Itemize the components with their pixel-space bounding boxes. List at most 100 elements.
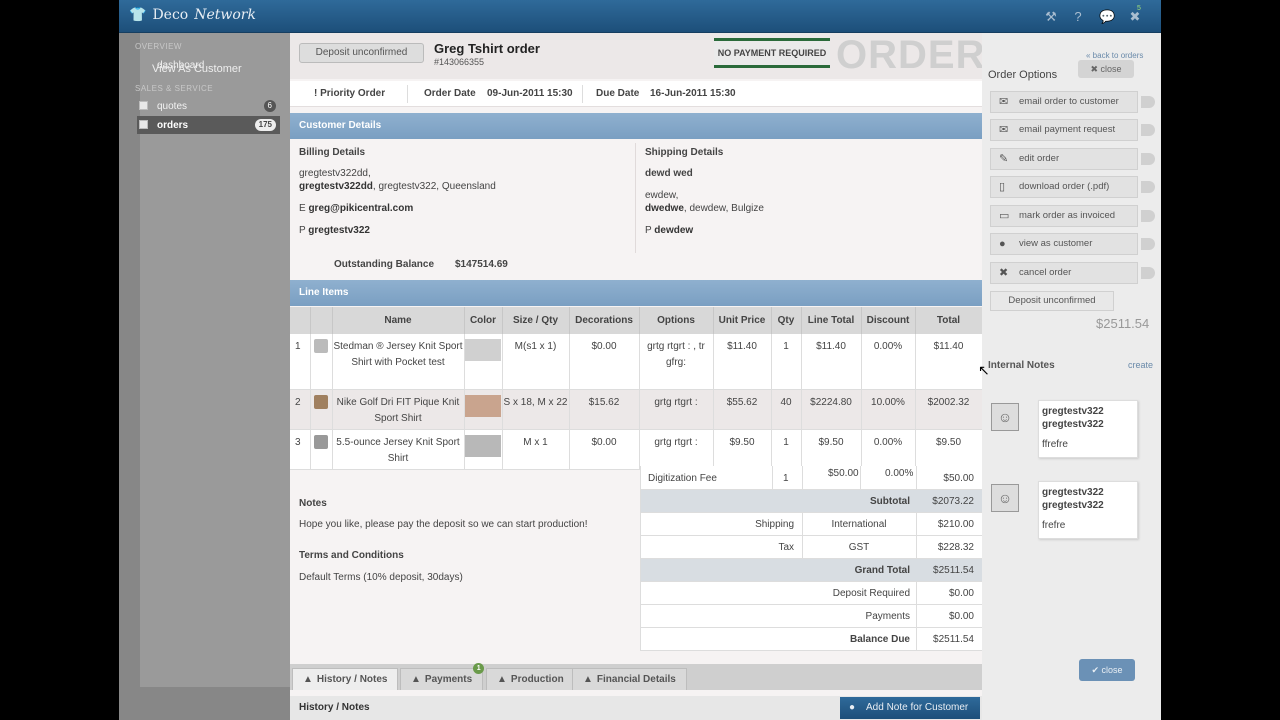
internal-note: gregtestv322 gregtestv322 frefre bbox=[1038, 481, 1138, 539]
due-date-label: Due Date bbox=[596, 88, 640, 99]
cancel-order-button[interactable]: ✖ cancel order bbox=[990, 262, 1155, 284]
billing-line2: gregtestv322dd, gregtestv322, Queensland bbox=[299, 181, 496, 192]
col-name: Name bbox=[332, 307, 465, 334]
quotes-count: 6 bbox=[263, 100, 276, 112]
avatar: ☺ bbox=[991, 484, 1019, 512]
deposit-state-button[interactable]: Deposit unconfirmed bbox=[990, 291, 1114, 311]
orders-icon bbox=[139, 120, 148, 129]
mark-invoiced-button[interactable]: ▭ mark order as invoiced bbox=[990, 205, 1155, 227]
line-items-table: Name Color Size / Qty Decorations Option… bbox=[290, 307, 983, 470]
terms-title: Terms and Conditions bbox=[299, 550, 404, 561]
add-icon: ● bbox=[849, 702, 856, 713]
tab-bar: ▲ History / Notes ▲ Payments 1 ▲ Production … bbox=[290, 663, 982, 690]
shipping-phone: P dewdew bbox=[645, 225, 694, 236]
document-icon: ▯ bbox=[999, 181, 1006, 193]
view-as-customer-button[interactable]: ● view as customer bbox=[990, 233, 1155, 255]
digitization-fee-row: Digitization Fee 1 $50.00 0.00% $50.00 bbox=[640, 466, 982, 490]
close-button[interactable]: ✖ close bbox=[1078, 60, 1134, 78]
sidebar: OVERVIEW dashboard SALES & SERVICE quote… bbox=[119, 33, 291, 720]
col-decorations: Decorations bbox=[569, 307, 640, 334]
email-payment-request-button[interactable]: ✉ email payment request bbox=[990, 119, 1155, 141]
col-thumb bbox=[310, 307, 333, 334]
table-row[interactable]: 3 5.5-ounce Jersey Knit Sport Shirt M x … bbox=[290, 429, 983, 470]
download-pdf-button[interactable]: ▯ download order (.pdf) bbox=[990, 176, 1155, 198]
balance-due-row: Balance Due $2511.54 bbox=[640, 628, 982, 651]
tab-production[interactable]: ▲ Production bbox=[486, 668, 575, 690]
help-icon[interactable]: ? bbox=[1070, 9, 1086, 25]
col-unit-price: Unit Price bbox=[713, 307, 772, 334]
top-bar: 👕 Deco Network ⚒ ? 💬 5 ✖ bbox=[119, 0, 1161, 33]
mouse-cursor-icon: ↖ bbox=[978, 362, 990, 378]
col-size: Size / Qty bbox=[502, 307, 570, 334]
outstanding-balance-value: $147514.69 bbox=[455, 259, 508, 270]
logo[interactable]: 👕 Deco Network bbox=[129, 7, 256, 23]
product-thumbnail bbox=[314, 339, 328, 353]
close-bottom-button[interactable]: ✔ close bbox=[1079, 659, 1135, 681]
tab-payments[interactable]: ▲ Payments 1 bbox=[400, 663, 485, 690]
table-row[interactable]: 2 Nike Golf Dri FIT Pique Knit Sport Shi… bbox=[290, 389, 983, 430]
shipping-line1: ewdew, bbox=[645, 190, 679, 201]
history-title: History / Notes bbox=[299, 702, 370, 713]
tab-history-notes[interactable]: ▲ History / Notes bbox=[292, 668, 399, 690]
billing-title: Billing Details bbox=[299, 147, 366, 158]
warning-icon: ▲ bbox=[411, 674, 421, 685]
view-as-customer-link[interactable]: View As Customer bbox=[152, 63, 242, 75]
terms-text: Default Terms (10% deposit, 30days) bbox=[299, 572, 463, 583]
user-icon: ● bbox=[999, 238, 1006, 250]
create-note-link[interactable]: create bbox=[1128, 360, 1153, 370]
sidebar-item-quotes[interactable]: quotes 6 bbox=[137, 97, 280, 115]
logo-script: Network bbox=[194, 7, 256, 23]
orders-count: 175 bbox=[254, 119, 276, 131]
shipping-name: dewd wed bbox=[645, 168, 693, 179]
close-icon: ✖ bbox=[1090, 64, 1101, 74]
back-to-orders-link[interactable]: « back to orders bbox=[1086, 51, 1143, 60]
notes-text: Hope you like, please pay the deposit so… bbox=[299, 519, 588, 530]
color-swatch bbox=[465, 339, 501, 361]
warning-icon: ▲ bbox=[497, 674, 507, 685]
logo-text: Deco bbox=[152, 7, 189, 23]
color-swatch bbox=[465, 394, 501, 417]
tshirt-icon: 👕 bbox=[129, 7, 147, 23]
table-header-row: Name Color Size / Qty Decorations Option… bbox=[290, 307, 983, 334]
col-color: Color bbox=[464, 307, 503, 334]
col-options: Options bbox=[639, 307, 714, 334]
col-total: Total bbox=[915, 307, 983, 334]
email-order-button[interactable]: ✉ email order to customer bbox=[990, 91, 1155, 113]
payment-banner: NO PAYMENT REQUIRED bbox=[714, 38, 830, 68]
sidebar-item-orders[interactable]: orders 175 bbox=[137, 116, 280, 134]
color-swatch bbox=[465, 434, 501, 457]
shipping-title: Shipping Details bbox=[645, 147, 724, 158]
billing-line1: gregtestv322dd, bbox=[299, 168, 371, 179]
chat-icon[interactable]: 💬 bbox=[1099, 9, 1115, 25]
warning-icon: ▲ bbox=[303, 674, 313, 685]
tax-row: Tax GST $228.32 bbox=[640, 536, 982, 559]
order-title: Greg Tshirt order bbox=[434, 41, 540, 56]
order-date-label: Order Date bbox=[424, 88, 476, 99]
overview-heading: OVERVIEW bbox=[135, 42, 182, 51]
history-notes-panel: History / Notes ● Add Note for Customer bbox=[290, 696, 982, 720]
add-note-button[interactable]: ● Add Note for Customer bbox=[840, 697, 980, 719]
shipping-row: Shipping International $210.00 bbox=[640, 513, 982, 536]
payments-badge: 1 bbox=[473, 663, 485, 674]
grand-total-row: Grand Total $2511.54 bbox=[640, 559, 982, 582]
internal-note: gregtestv322 gregtestv322 ffrefre bbox=[1038, 400, 1138, 458]
col-line-total: Line Total bbox=[801, 307, 862, 334]
tab-financial-details[interactable]: ▲ Financial Details bbox=[572, 668, 687, 690]
edit-order-button[interactable]: ✎ edit order bbox=[990, 148, 1155, 170]
order-dates-bar: ! Priority Order Order Date 09-Jun-2011 … bbox=[290, 81, 982, 107]
sidebar-item-label: quotes bbox=[157, 100, 188, 112]
table-row[interactable]: 1 Stedman ® Jersey Knit Sport Shirt with… bbox=[290, 334, 983, 390]
order-options-panel: « back to orders ✖ close Order Options ✉… bbox=[982, 33, 1161, 720]
due-date: 16-Jun-2011 15:30 bbox=[650, 88, 736, 99]
mail-icon: ✉ bbox=[999, 124, 1009, 136]
customer-details-header: Customer Details bbox=[290, 113, 982, 139]
cross-icon: ✖ bbox=[999, 267, 1009, 279]
pencil-icon: ✎ bbox=[999, 153, 1009, 165]
sidebar-item-label: orders bbox=[157, 119, 189, 131]
close-icon[interactable]: ✖ bbox=[1127, 9, 1143, 25]
warning-icon: ▲ bbox=[583, 674, 593, 685]
wrench-icon[interactable]: ⚒ bbox=[1043, 9, 1059, 25]
order-date: 09-Jun-2011 15:30 bbox=[487, 88, 573, 99]
order-options-title: Order Options bbox=[988, 69, 1058, 81]
notes-title: Notes bbox=[299, 498, 327, 509]
